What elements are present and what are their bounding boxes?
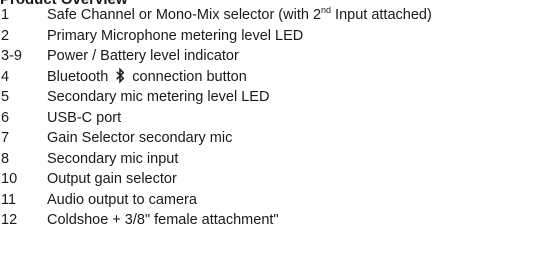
item-description: Primary Microphone metering level LED [47, 27, 304, 44]
list-item: 5 Secondary mic metering level LED [0, 87, 432, 108]
item-description: USB-C port [47, 109, 122, 126]
item-description: Bluetooth connection button [47, 67, 247, 88]
item-number: 10 [1, 171, 18, 187]
item-description: Output gain selector [47, 171, 177, 187]
item-description: Gain Selector secondary mic [47, 130, 233, 146]
item-description: Safe Channel or Mono-Mix selector (with … [47, 5, 432, 26]
item-text: connection button [132, 68, 247, 85]
item-text: Safe Channel or Mono-Mix selector (with … [47, 7, 322, 23]
list-item: 4 Bluetooth connection button [0, 67, 432, 88]
item-number: 7 [1, 130, 10, 146]
list-item: 7 Gain Selector secondary mic [0, 128, 432, 149]
product-overview-list: 1 Safe Channel or Mono-Mix selector (wit… [0, 5, 432, 231]
list-item: 6 USB-C port [0, 108, 432, 129]
bluetooth-icon [116, 67, 125, 83]
item-number: 12 [1, 212, 18, 228]
item-number: 1 [1, 7, 10, 23]
list-item: 3-9 Power / Battery level indicator [0, 46, 432, 67]
item-number: 4 [1, 68, 10, 85]
item-text: Input attached) [331, 7, 432, 23]
document-page: Product Overview 1 Safe Channel or Mono-… [0, 0, 544, 253]
item-number: 3-9 [1, 48, 22, 64]
item-number: 6 [1, 109, 10, 126]
item-description: Secondary mic input [47, 150, 179, 167]
list-item: 1 Safe Channel or Mono-Mix selector (wit… [0, 5, 432, 26]
item-description: Secondary mic metering level LED [47, 89, 270, 105]
item-description: Audio output to camera [47, 191, 197, 208]
item-number: 8 [1, 150, 10, 167]
item-text: Bluetooth [47, 68, 109, 85]
item-number: 11 [1, 191, 17, 208]
item-number: 2 [1, 27, 10, 44]
list-item: 12 Coldshoe + 3/8" female attachment" [0, 210, 432, 231]
list-item: 8 Secondary mic input [0, 149, 432, 170]
superscript: nd [321, 5, 332, 15]
list-item: 2 Primary Microphone metering level LED [0, 26, 432, 47]
item-description: Power / Battery level indicator [47, 48, 239, 64]
list-item: 11 Audio output to camera [0, 190, 432, 211]
item-number: 5 [1, 89, 10, 105]
item-description: Coldshoe + 3/8" female attachment" [47, 212, 279, 228]
list-item: 10 Output gain selector [0, 169, 432, 190]
